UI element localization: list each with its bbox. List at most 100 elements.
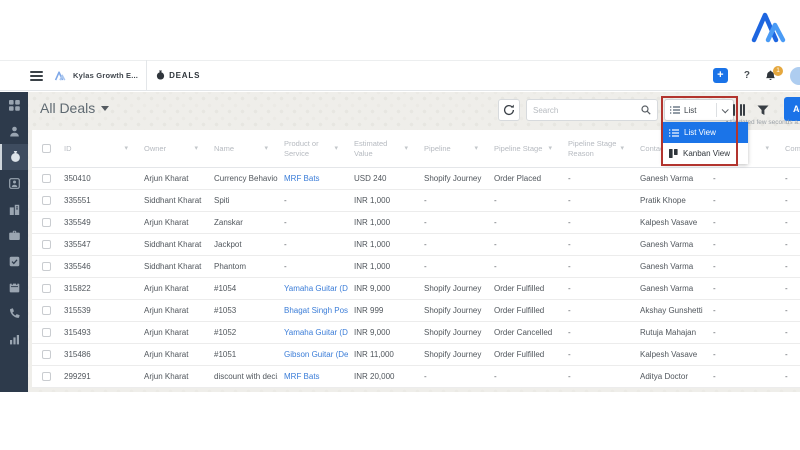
- cell-pipeline-stage: -: [494, 240, 497, 249]
- sidebar-item-tasks[interactable]: [0, 248, 28, 274]
- row-checkbox[interactable]: [42, 240, 51, 249]
- user-avatar[interactable]: [790, 66, 800, 85]
- row-checkbox-cell: [32, 328, 58, 337]
- sidebar-item-reports[interactable]: [0, 326, 28, 352]
- filter-button[interactable]: [755, 101, 771, 119]
- sort-arrow-icon[interactable]: ▾: [124, 144, 138, 153]
- sidebar-item-deals[interactable]: [0, 144, 28, 170]
- phone-icon: [9, 307, 20, 319]
- cell-contact: Kalpesh Vasave: [640, 350, 698, 359]
- column-header-name[interactable]: Name ▾: [208, 144, 278, 154]
- sidebar-item-calls[interactable]: [0, 300, 28, 326]
- quick-add-button[interactable]: +: [712, 68, 728, 83]
- sort-arrow-icon[interactable]: ▾: [334, 144, 348, 153]
- column-header-pipeline-stage[interactable]: Pipeline Stage ▾: [488, 144, 562, 154]
- cell-name: #1054: [214, 284, 237, 293]
- sidebar-item-dashboard[interactable]: [0, 92, 28, 118]
- cell-company: -: [785, 240, 788, 249]
- sidebar-item-products[interactable]: [0, 222, 28, 248]
- products-icon: [8, 230, 20, 241]
- menu-item-kanban-view[interactable]: Kanban View: [663, 143, 748, 164]
- sidebar-item-companies[interactable]: [0, 196, 28, 222]
- tab-deals[interactable]: DEALS: [156, 70, 200, 81]
- cell-estimated-value: INR 11,000: [354, 350, 394, 359]
- cell-product-link[interactable]: Gibson Guitar (Def...: [278, 350, 348, 359]
- table-row[interactable]: 335546 Siddhant Kharat Phantom - INR 1,0…: [32, 256, 800, 278]
- sort-arrow-icon[interactable]: ▾: [404, 144, 418, 153]
- workspace-logo-icon: [53, 70, 67, 82]
- refresh-button[interactable]: [498, 99, 520, 121]
- column-header-id[interactable]: ID ▾: [58, 144, 138, 154]
- deals-icon: [10, 151, 21, 163]
- row-checkbox[interactable]: [42, 196, 51, 205]
- column-header-estimated-value[interactable]: Estimated Value ▾: [348, 139, 418, 159]
- search-input[interactable]: [527, 105, 641, 115]
- sort-arrow-icon[interactable]: ▾: [765, 144, 779, 153]
- sidebar-item-contacts[interactable]: [0, 118, 28, 144]
- sidebar-item-leads[interactable]: [0, 170, 28, 196]
- cell-id: 315539: [64, 306, 91, 315]
- calendar-icon: [9, 281, 20, 293]
- cell-owner: Arjun Kharat: [144, 350, 189, 359]
- cell-value: -: [713, 240, 716, 249]
- cell-product-link[interactable]: MRF Bats: [278, 372, 348, 381]
- cell-pipeline-stage-reason: -: [568, 372, 571, 381]
- cell-product-link[interactable]: Bhagat Singh Post...: [278, 306, 348, 315]
- add-deal-button[interactable]: Add: [784, 97, 800, 121]
- table-row[interactable]: 315539 Arjun Kharat #1053 Bhagat Singh P…: [32, 300, 800, 322]
- menu-item-list-view[interactable]: List View: [663, 122, 748, 143]
- table-row[interactable]: 350410 Arjun Kharat Currency Behavior MR…: [32, 168, 800, 190]
- sidebar-item-meetings[interactable]: [0, 274, 28, 300]
- help-button[interactable]: ?: [744, 70, 750, 81]
- sort-arrow-icon[interactable]: ▾: [548, 144, 562, 153]
- sort-arrow-icon[interactable]: ▾: [620, 144, 634, 153]
- table-row[interactable]: 335549 Arjun Kharat Zanskar - INR 1,000 …: [32, 212, 800, 234]
- workspace-name[interactable]: Kylas Growth E...: [73, 71, 138, 80]
- row-checkbox[interactable]: [42, 218, 51, 227]
- manage-columns-button[interactable]: [730, 100, 748, 120]
- table-row[interactable]: 315493 Arjun Kharat #1052 Yamaha Guitar …: [32, 322, 800, 344]
- view-selector[interactable]: All Deals: [40, 100, 110, 116]
- refresh-icon: [503, 104, 515, 116]
- cell-name: Currency Behavior: [214, 174, 278, 183]
- cell-product-link[interactable]: Yamaha Guitar (De...: [278, 284, 348, 293]
- row-checkbox[interactable]: [42, 284, 51, 293]
- column-header-pipeline[interactable]: Pipeline ▾: [418, 144, 488, 154]
- cell-pipeline: -: [424, 218, 427, 227]
- row-checkbox[interactable]: [42, 262, 51, 271]
- search-icon: [641, 105, 651, 115]
- row-checkbox[interactable]: [42, 174, 51, 183]
- sort-arrow-icon[interactable]: ▾: [194, 144, 208, 153]
- select-all-checkbox[interactable]: [42, 144, 51, 153]
- column-header-owner[interactable]: Owner ▾: [138, 144, 208, 154]
- notifications-button[interactable]: 1: [765, 65, 783, 82]
- row-checkbox[interactable]: [42, 350, 51, 359]
- cell-pipeline: -: [424, 372, 427, 381]
- cell-id: 335549: [64, 218, 91, 227]
- cell-owner: Arjun Kharat: [144, 174, 189, 183]
- cell-pipeline-stage: Order Fulfilled: [494, 284, 545, 293]
- table-row[interactable]: 299291 Arjun Kharat discount with deci..…: [32, 366, 800, 388]
- cell-product-link[interactable]: MRF Bats: [278, 174, 348, 183]
- table-row[interactable]: 315486 Arjun Kharat #1051 Gibson Guitar …: [32, 344, 800, 366]
- cell-pipeline: -: [424, 262, 427, 271]
- row-checkbox[interactable]: [42, 372, 51, 381]
- table-body: 350410 Arjun Kharat Currency Behavior MR…: [32, 168, 800, 388]
- table-row[interactable]: 335551 Siddhant Kharat Spiti - INR 1,000…: [32, 190, 800, 212]
- dashboard-icon: [8, 99, 20, 111]
- column-header-pipeline-stage-reason[interactable]: Pipeline Stage Reason ▾: [562, 139, 634, 159]
- row-checkbox[interactable]: [42, 328, 51, 337]
- column-header-product[interactable]: Product or Service ▾: [278, 139, 348, 159]
- view-mode-dropdown[interactable]: List: [664, 99, 734, 121]
- hamburger-menu-icon[interactable]: [30, 69, 43, 83]
- row-checkbox[interactable]: [42, 306, 51, 315]
- cell-estimated-value: USD 240: [354, 174, 387, 183]
- sort-arrow-icon[interactable]: ▾: [264, 144, 278, 153]
- table-row[interactable]: 315822 Arjun Kharat #1054 Yamaha Guitar …: [32, 278, 800, 300]
- sort-arrow-icon[interactable]: ▾: [474, 144, 488, 153]
- column-header-company[interactable]: Comp: [779, 144, 800, 154]
- cell-pipeline: -: [424, 196, 427, 205]
- cell-product-link[interactable]: Yamaha Guitar (De...: [278, 328, 348, 337]
- table-row[interactable]: 335547 Siddhant Kharat Jackpot - INR 1,0…: [32, 234, 800, 256]
- cell-pipeline-stage-reason: -: [568, 284, 571, 293]
